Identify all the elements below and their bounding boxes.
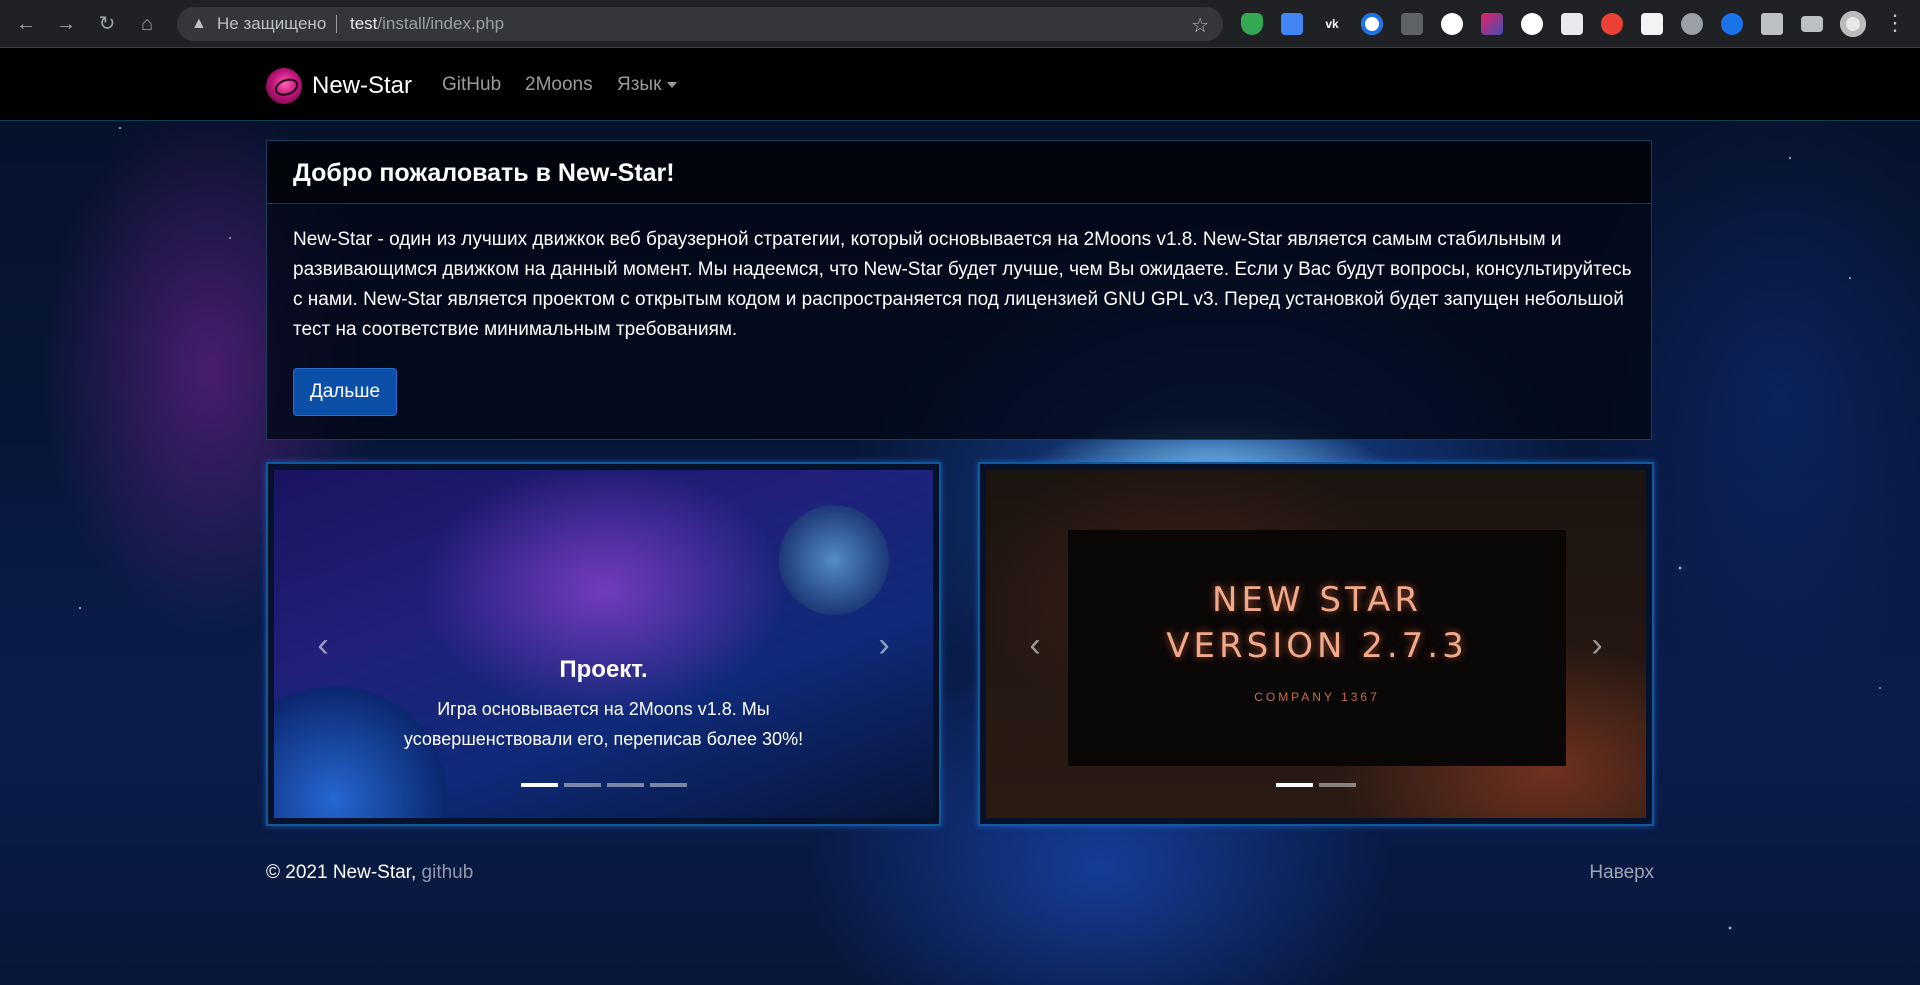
site-navbar: New-Star GitHub 2Moons Язык [0, 48, 1920, 121]
puzzle-ext-icon[interactable] [1761, 13, 1783, 35]
banner-title: NEW STAR [1212, 580, 1422, 620]
page-viewport: New-Star GitHub 2Moons Язык Добро пожало… [0, 48, 1920, 985]
carousel-indicator[interactable] [649, 782, 687, 787]
url-host: test [350, 14, 378, 33]
vk-plus-ext-icon[interactable] [1401, 13, 1423, 35]
forward-icon[interactable]: → [54, 12, 78, 36]
caret-down-icon [667, 81, 678, 88]
project-carousel: ‹ › Проект. Игра основывается на 2Moons … [266, 462, 941, 826]
nav-link-github[interactable]: GitHub [442, 74, 501, 96]
version-banner: NEW STAR VERSION 2.7.3 COMPANY 1367 [1068, 530, 1566, 766]
carousel-indicators [274, 776, 933, 794]
security-indicator[interactable]: Не защищено [217, 15, 338, 33]
globe-ext-icon[interactable] [1681, 13, 1703, 35]
reload-icon[interactable]: ↻ [95, 12, 119, 36]
carousel-slide-space: ‹ › Проект. Игра основывается на 2Moons … [274, 470, 933, 818]
browser-menu-icon[interactable]: ⋮ [1884, 10, 1906, 36]
welcome-card: Добро пожаловать в New-Star! New-Star - … [266, 140, 1652, 440]
nav-link-2moons[interactable]: 2Moons [525, 74, 593, 96]
vk-ext-icon[interactable]: vk [1321, 13, 1343, 35]
w-box-ext-icon[interactable] [1641, 13, 1663, 35]
github-ext-icon[interactable] [1521, 13, 1543, 35]
carousel-slide-version: NEW STAR VERSION 2.7.3 COMPANY 1367 ‹ › [986, 470, 1646, 818]
carousel-indicator[interactable] [1319, 782, 1356, 787]
home-icon[interactable]: ⌂ [135, 12, 159, 36]
print-ext-icon[interactable] [1561, 13, 1583, 35]
back-to-top-link[interactable]: Наверх [1589, 862, 1654, 884]
browser-toolbar: ← → ↻ ⌂ ▲ Не защищено test/install/index… [0, 0, 1920, 48]
carousel-indicators [986, 776, 1646, 794]
welcome-title: Добро пожаловать в New-Star! [293, 159, 675, 187]
copyright-text: © 2021 New-Star, [266, 862, 417, 883]
brand[interactable]: New-Star [260, 62, 413, 110]
banner-company: COMPANY 1367 [1254, 690, 1380, 704]
profile-avatar[interactable] [1840, 11, 1866, 37]
vpn-ext-icon[interactable] [1721, 13, 1743, 35]
banner-version: VERSION 2.7.3 [1166, 626, 1468, 666]
color-ext-icon[interactable] [1481, 13, 1503, 35]
welcome-text: New-Star - один из лучших движкок веб бр… [293, 229, 1632, 340]
carousel-indicator[interactable] [606, 782, 644, 787]
carousel-prev-icon[interactable]: ‹ [1020, 628, 1050, 662]
bookmark-star-icon[interactable]: ☆ [1191, 13, 1209, 38]
carousel-caption-title: Проект. [559, 656, 648, 683]
version-carousel: NEW STAR VERSION 2.7.3 COMPANY 1367 ‹ › [978, 462, 1654, 826]
carousel-indicator[interactable] [1276, 782, 1313, 787]
w-ext-icon[interactable] [1441, 13, 1463, 35]
footer-github-link[interactable]: github [422, 862, 474, 883]
carousel-caption-text: Игра основывается на 2Moons v1.8. Мы усо… [403, 699, 804, 749]
media-ext-icon[interactable] [1801, 16, 1823, 32]
next-button[interactable]: Дальше [293, 368, 397, 416]
search-ext-icon[interactable] [1361, 13, 1383, 35]
warning-icon: ▲ [191, 15, 207, 32]
address-bar[interactable]: ▲ Не защищено test/install/index.php ☆ [177, 7, 1223, 41]
url-path: /install/index.php [377, 14, 505, 33]
brand-name: New-Star [312, 72, 413, 99]
footer-copyright: © 2021 New-Star, github [266, 862, 473, 884]
carousel-next-icon[interactable]: › [1582, 628, 1612, 662]
translate-ext-icon[interactable] [1281, 13, 1303, 35]
carousel-indicator[interactable] [563, 782, 601, 787]
back-icon[interactable]: ← [14, 12, 38, 36]
carousel-indicator[interactable] [520, 782, 558, 787]
language-dropdown[interactable]: Язык [617, 74, 678, 96]
url-text[interactable]: test/install/index.php [350, 15, 504, 33]
shield-ext-icon[interactable] [1241, 13, 1263, 35]
refresh-ext-icon[interactable] [1601, 13, 1623, 35]
galaxy-logo-icon [260, 62, 308, 110]
language-label: Язык [617, 74, 662, 95]
